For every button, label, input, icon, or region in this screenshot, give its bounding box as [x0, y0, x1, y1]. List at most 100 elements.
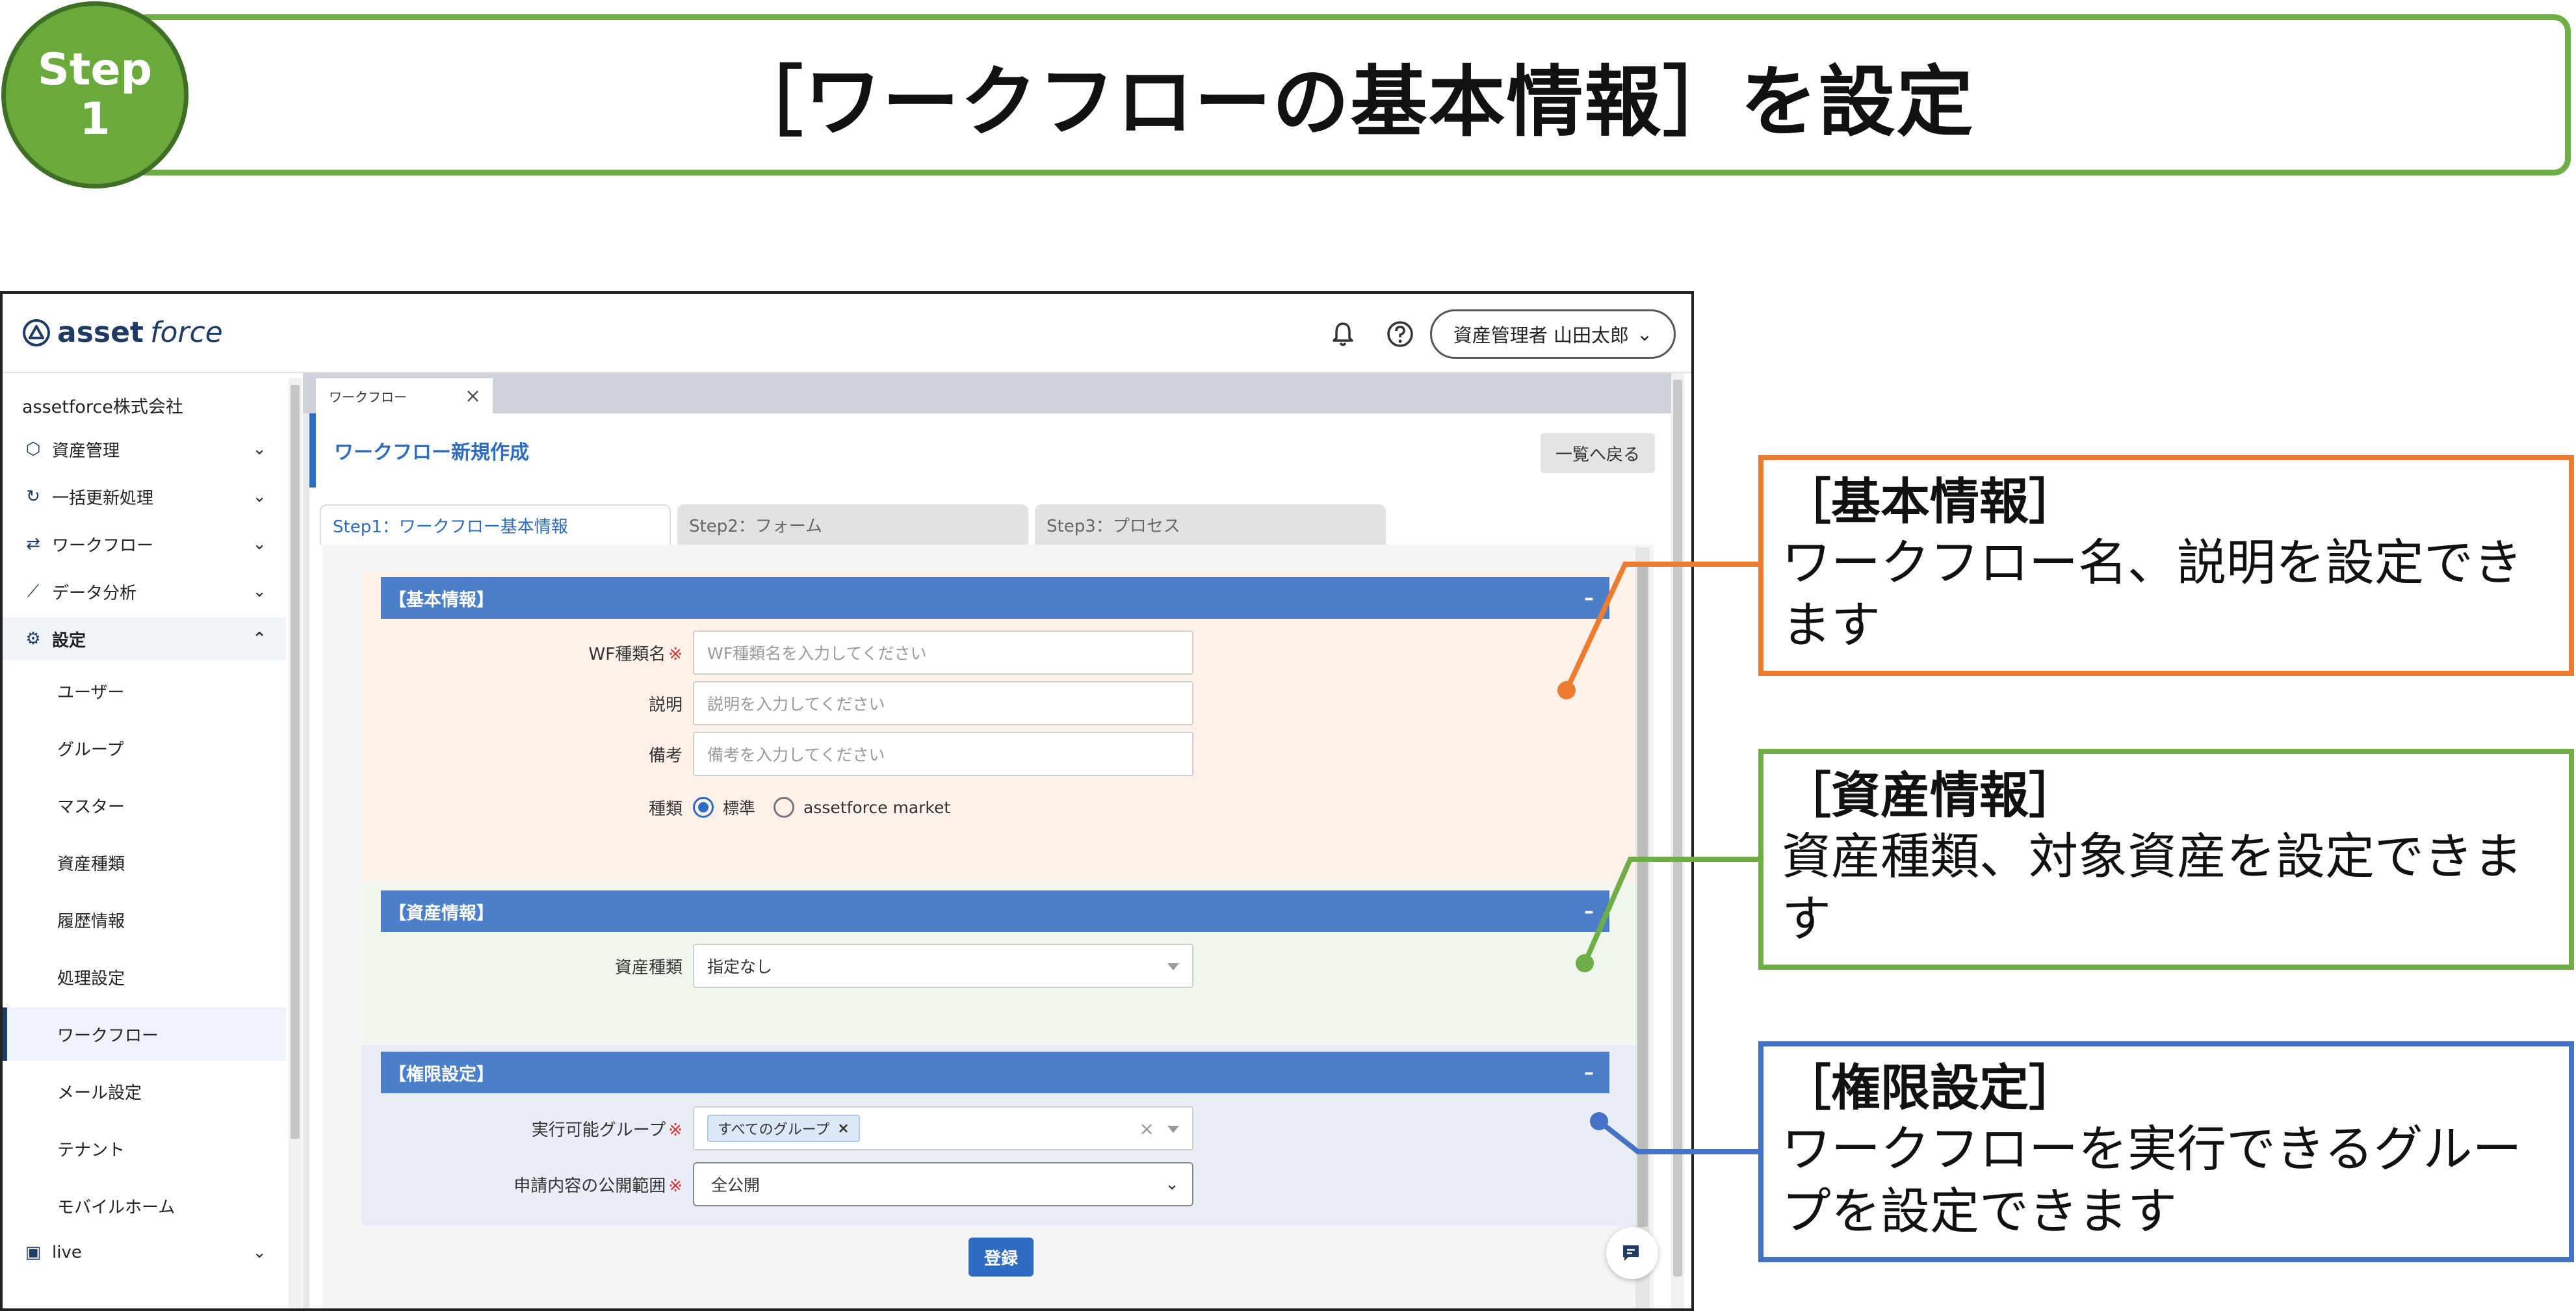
asset-type-value: 指定なし: [707, 957, 773, 976]
note-input[interactable]: 備考を入力してください: [693, 732, 1193, 776]
sidebar-item-bulk-update[interactable]: ↻ 一括更新処理 ⌄: [3, 475, 286, 518]
label-text: WF種類名: [588, 644, 666, 664]
logo-text-italic: force: [150, 316, 223, 349]
section-basic-info: 【基本情報】 – WF種類名 ※ WF種類名を入力してください 説明 説明を入力し…: [361, 571, 1638, 883]
form-row-note: 備考 備考を入力してください: [361, 731, 1638, 777]
section-title: 【基本情報】: [389, 590, 494, 610]
radio-standard[interactable]: [693, 797, 714, 818]
form-row-asset-type: 資産種類 指定なし: [361, 942, 1638, 989]
sidebar-scrollbar[interactable]: [289, 378, 302, 1308]
form-row-executable-group: 実行可能グループ ※ すべてのグループ × ×: [361, 1105, 1638, 1152]
sidebar-subitem-mail-settings[interactable]: メール設定: [3, 1065, 286, 1118]
publish-scope-label: 申請内容の公開範囲 ※: [361, 1173, 693, 1197]
sidebar-subitem-process-settings[interactable]: 処理設定: [3, 950, 286, 1004]
tab-step1-basic-info[interactable]: Step1：ワークフロー基本情報: [320, 504, 671, 545]
sidebar-item-label: 一括更新処理: [52, 488, 154, 508]
section-header-permissions[interactable]: 【権限設定】 –: [381, 1052, 1609, 1093]
sidebar-subitem-tenant[interactable]: テナント: [3, 1122, 286, 1175]
chevron-down-icon: ⌄: [252, 1243, 267, 1262]
group-chip: すべてのグループ ×: [707, 1115, 860, 1142]
scrollbar-thumb[interactable]: [1673, 380, 1682, 1277]
chevron-down-icon: ⌄: [252, 534, 267, 554]
chevron-up-icon: ⌃: [252, 629, 267, 649]
cube-icon: ⬡: [25, 439, 41, 459]
chat-support-button[interactable]: [1606, 1227, 1658, 1279]
sidebar-subitem-asset-types[interactable]: 資産種類: [3, 836, 286, 889]
section-header-basic-info[interactable]: 【基本情報】 –: [381, 577, 1609, 619]
logo-icon: [23, 318, 50, 346]
callout-basic-info: ［基本情報］ ワークフロー名、説明を設定できます: [1758, 455, 2574, 676]
company-name: assetforce株式会社: [22, 397, 183, 417]
executable-group-select[interactable]: すべてのグループ × ×: [693, 1106, 1193, 1150]
bell-icon[interactable]: [1327, 318, 1359, 350]
note-label: 備考: [648, 746, 683, 766]
logo-text-bold: asset: [57, 316, 144, 349]
form-scrollbar[interactable]: [1635, 547, 1650, 1308]
wf-name-input[interactable]: WF種類名を入力してください: [693, 630, 1193, 675]
clear-icon[interactable]: ×: [1139, 1118, 1154, 1139]
radio-market[interactable]: [774, 797, 795, 818]
chat-icon: [1623, 1245, 1639, 1261]
wf-name-label: WF種類名 ※: [361, 641, 693, 665]
asset-type-select[interactable]: 指定なし: [693, 944, 1193, 988]
chat-icon: ▣: [25, 1243, 42, 1262]
sidebar-subitem-users[interactable]: ユーザー: [3, 664, 286, 718]
publish-scope-select[interactable]: 全公開 ⌄: [693, 1162, 1193, 1206]
sidebar-item-asset-management[interactable]: ⬡ 資産管理 ⌄: [3, 428, 286, 471]
page: ワークフロー新規作成 一覧へ戻る Step1：ワークフロー基本情報 Step2：…: [309, 413, 1674, 1308]
scrollbar-thumb[interactable]: [291, 385, 300, 1139]
step-badge: Step 1: [1, 1, 189, 188]
sidebar-item-live[interactable]: ▣ live ⌄: [3, 1231, 286, 1274]
main-content: ワークフロー × ワークフロー新規作成 一覧へ戻る Step1：ワークフロー基本…: [303, 373, 1684, 1308]
asset-type-label: 資産種類: [614, 957, 683, 978]
sidebar-subitem-groups[interactable]: グループ: [3, 721, 286, 775]
section-title: 【資産情報】: [389, 903, 494, 924]
sidebar-subitem-history[interactable]: 履歴情報: [3, 893, 286, 946]
radio-market-label: assetforce market: [803, 798, 951, 817]
description-input[interactable]: 説明を入力してください: [693, 681, 1193, 725]
refresh-icon: ↻: [26, 487, 40, 506]
user-menu-button[interactable]: 資産管理者 山田太郎 ⌄: [1430, 309, 1676, 359]
type-radio-group: 標準 assetforce market: [693, 796, 950, 819]
register-button[interactable]: 登録: [969, 1238, 1034, 1277]
description-label: 説明: [648, 695, 683, 715]
logo[interactable]: asset force: [22, 316, 223, 349]
radio-standard-label: 標準: [723, 799, 756, 818]
sidebar-item-workflow[interactable]: ⇄ ワークフロー ⌄: [3, 523, 286, 565]
sidebar-subitem-mobile-home[interactable]: モバイルホーム: [3, 1179, 286, 1232]
sidebar-item-settings[interactable]: ⚙ 設定 ⌃: [3, 617, 286, 660]
step-label: Step: [37, 44, 153, 96]
collapse-icon[interactable]: –: [1584, 587, 1594, 610]
close-icon[interactable]: ×: [465, 385, 481, 408]
publish-scope-value: 全公開: [711, 1176, 761, 1195]
tab-step3-process[interactable]: Step3：プロセス: [1035, 504, 1386, 545]
sidebar-item-data-analysis[interactable]: ⟋ データ分析 ⌄: [3, 570, 286, 613]
caret-down-icon: [1167, 1126, 1179, 1133]
document-tab-workflow[interactable]: ワークフロー ×: [316, 378, 493, 413]
collapse-icon[interactable]: –: [1584, 1061, 1594, 1084]
label-text: 申請内容の公開範囲: [514, 1176, 666, 1196]
step-title: ［ワークフローの基本情報］を設定: [726, 57, 1975, 147]
callout-title: ［資産情報］: [1782, 766, 2078, 824]
collapse-icon[interactable]: –: [1584, 900, 1594, 923]
remove-chip-icon[interactable]: ×: [837, 1121, 849, 1137]
label-text: 実行可能グループ: [531, 1120, 666, 1140]
app-header: asset force 資産管理者 山田太郎 ⌄: [3, 294, 1691, 373]
document-tab-bar: ワークフロー ×: [303, 373, 1684, 413]
callout-body: ワークフローを実行できるグループを設定できます: [1782, 1120, 2522, 1240]
document-tab-label: ワークフロー: [329, 389, 407, 405]
back-to-list-button[interactable]: 一覧へ戻る: [1541, 433, 1655, 473]
sidebar-item-label: 設定: [52, 630, 86, 651]
callout-title: ［権限設定］: [1782, 1059, 2078, 1117]
sidebar-subitem-master[interactable]: マスター: [3, 779, 286, 832]
executable-group-label: 実行可能グループ ※: [361, 1117, 693, 1141]
user-name: 資産管理者 山田太郎: [1453, 324, 1629, 346]
scrollbar-thumb[interactable]: [1637, 564, 1648, 1227]
tab-step2-form[interactable]: Step2：フォーム: [677, 504, 1028, 545]
help-icon[interactable]: [1385, 318, 1416, 350]
main-scrollbar[interactable]: [1671, 373, 1684, 1308]
sidebar-subitem-workflow[interactable]: ワークフロー: [3, 1007, 286, 1061]
required-mark: ※: [668, 1176, 683, 1196]
section-header-asset-info[interactable]: 【資産情報】 –: [381, 890, 1609, 932]
type-label: 種類: [648, 799, 683, 819]
